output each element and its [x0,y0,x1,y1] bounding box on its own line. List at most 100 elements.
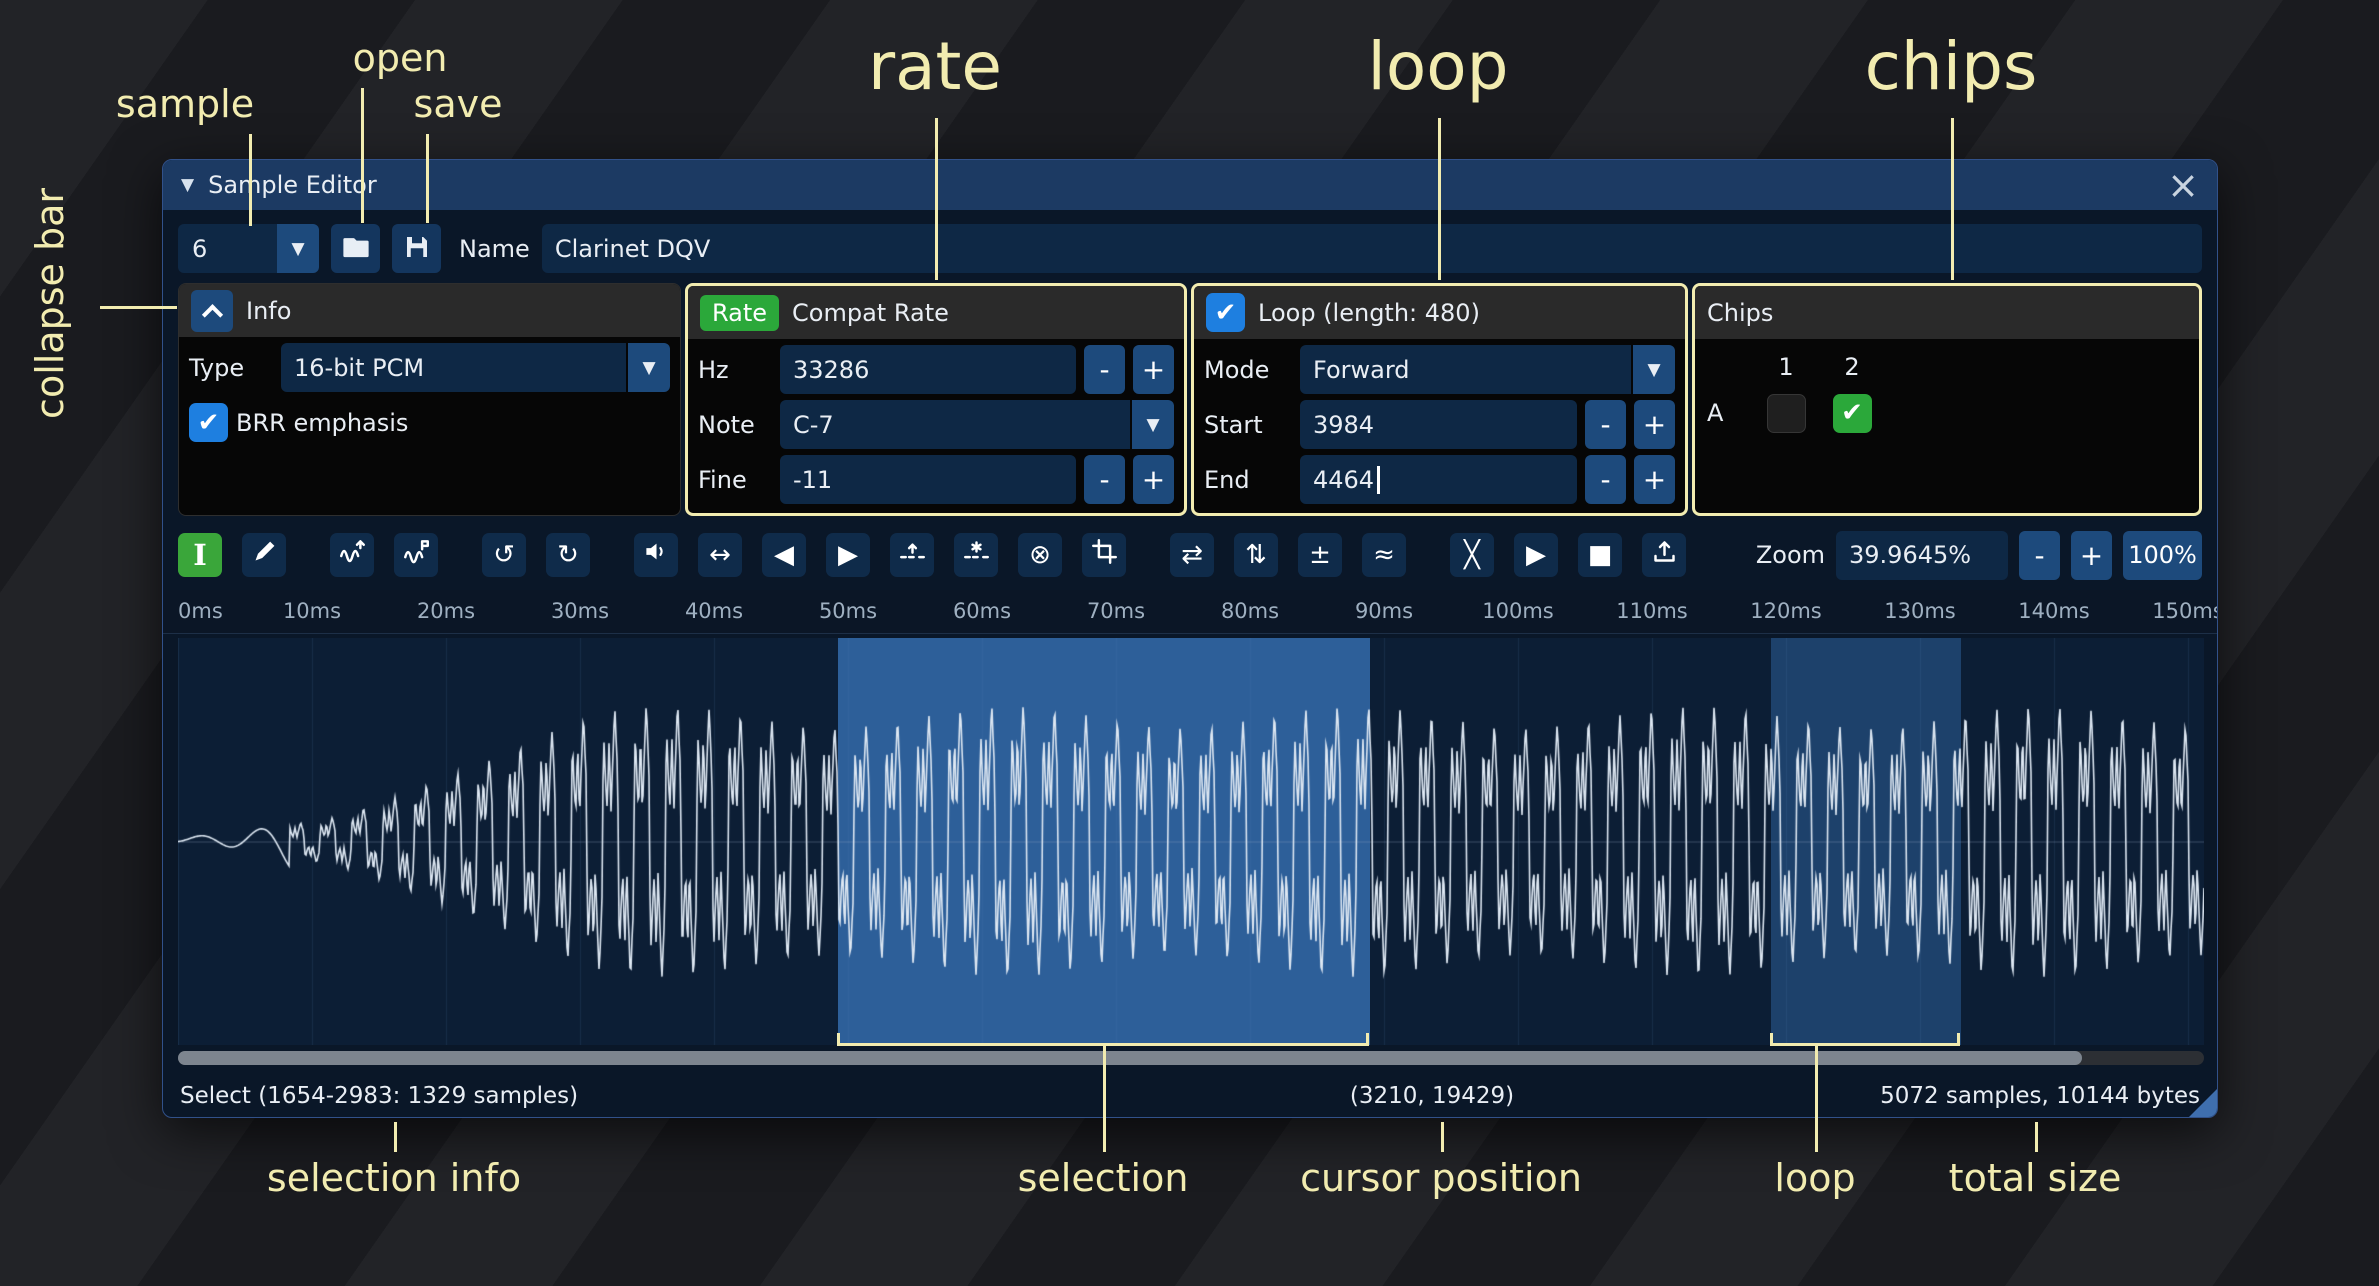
rate-badge[interactable]: Rate [700,295,779,331]
loop-start-minus-button[interactable]: - [1585,400,1626,449]
zoom-cluster: Zoom 39.9645% - + 100% [1756,531,2202,580]
type-value: 16-bit PCM [294,354,424,382]
zoom-in-button[interactable]: + [2071,531,2112,580]
hz-plus-button[interactable]: + [1133,345,1174,394]
loop-end-field[interactable]: 4464 [1300,455,1577,504]
save-button[interactable] [392,224,441,273]
timeline-tick: 140ms [2018,599,2089,623]
scrollbar-handle[interactable] [178,1051,2082,1065]
crop-icon [1091,538,1118,572]
sign-flip-button[interactable]: ± [1298,533,1342,577]
selection-info-text: Select (1654-2983: 1329 samples) [180,1083,578,1109]
preview-button[interactable]: ▶ [1514,533,1558,577]
zoom-out-button[interactable]: - [2019,531,2060,580]
brr-emphasis-checkbox[interactable]: ✔ [189,403,228,442]
check-icon: ✔ [1841,398,1863,428]
timeline-ruler[interactable]: 0ms 10ms 20ms 30ms 40ms 50ms 60ms 70ms 8… [163,590,2217,634]
brr-emphasis-row: ✔ BRR emphasis [189,398,670,447]
chevron-down-icon[interactable]: ▼ [1633,345,1675,394]
annotation-line-cursor-position [1441,1122,1444,1152]
annotation-line-save [426,134,429,223]
annotation-selection: selection [1018,1156,1189,1200]
chevron-up-icon [201,304,222,325]
undo-button[interactable]: ↺ [482,533,526,577]
loop-enable-checkbox[interactable]: ✔ [1206,293,1245,332]
type-dropdown[interactable]: 16-bit PCM [281,343,626,392]
sample-number-dropdown[interactable]: 6 ▼ [178,224,319,273]
normalize-button[interactable]: ↔ [698,533,742,577]
timeline-tick: 20ms [417,599,475,623]
filter-button[interactable]: ≈ [1362,533,1406,577]
timeline-tick: 30ms [551,599,609,623]
draw-tool-button[interactable] [242,533,286,577]
mode-dropdown[interactable]: Forward [1300,345,1631,394]
timeline-tick: 70ms [1087,599,1145,623]
hz-value: 33286 [793,356,869,384]
annotation-line-open [361,88,364,223]
horizontal-scrollbar[interactable] [178,1051,2204,1065]
trim-button[interactable] [1082,533,1126,577]
waveform-display[interactable] [178,638,2204,1045]
chevron-down-icon[interactable]: ▼ [1132,400,1174,449]
delete-button[interactable]: ⊗ [1018,533,1062,577]
crossfade-button[interactable]: ╳ [1450,533,1494,577]
reverse-button[interactable]: ⇄ [1170,533,1214,577]
note-label: Note [698,411,772,439]
window-title: Sample Editor [208,171,377,199]
rate-section: Rate Compat Rate Hz 33286 - + Note C-7 ▼… [685,283,1187,516]
sample-row: 6 ▼ Name Clarinet DQV [178,224,2202,273]
chips-section: Chips 1 2 A ✔ [1692,283,2202,516]
chip-column-2: 2 [1819,353,1885,381]
invert-button[interactable]: ⇅ [1234,533,1278,577]
fine-minus-button[interactable]: - [1084,455,1125,504]
hz-field[interactable]: 33286 [780,345,1076,394]
fade-in-button[interactable]: ◀ [762,533,806,577]
rate-title: Compat Rate [792,299,949,327]
loop-start-field[interactable]: 3984 [1300,400,1577,449]
chevron-down-icon[interactable]: ▼ [277,224,319,273]
type-row: Type 16-bit PCM ▼ [189,343,670,392]
silence-insert-icon [899,538,926,572]
select-tool-button[interactable]: I [178,533,222,577]
close-icon[interactable]: × [2167,166,2199,204]
text-caret [1377,466,1380,494]
titlebar[interactable]: ▼ Sample Editor × [163,160,2217,210]
zoom-reset-button[interactable]: 100% [2123,531,2202,580]
note-dropdown[interactable]: C-7 [780,400,1130,449]
window-collapse-icon[interactable]: ▼ [181,175,194,195]
resize-button[interactable] [330,533,374,577]
stop-button[interactable]: ■ [1578,533,1622,577]
loop-start-plus-button[interactable]: + [1634,400,1675,449]
annotation-total-size: total size [1949,1156,2122,1200]
resample-button[interactable] [394,533,438,577]
fine-plus-button[interactable]: + [1133,455,1174,504]
silence-apply-icon [963,538,990,572]
amplify-button[interactable] [634,533,678,577]
collapse-bar-button[interactable] [191,290,233,332]
timeline-tick: 120ms [1750,599,1821,623]
apply-silence-button[interactable] [954,533,998,577]
fade-out-button[interactable]: ▶ [826,533,870,577]
upload-icon [1651,538,1678,572]
timeline-tick: 0ms [178,599,223,623]
annotation-loop-marker: loop [1774,1156,1855,1200]
create-wavetable-button[interactable] [1642,533,1686,577]
annotation-rate: rate [868,28,1002,105]
insert-silence-button[interactable] [890,533,934,577]
window-resize-grip[interactable] [2189,1089,2217,1117]
chevron-down-icon[interactable]: ▼ [628,343,670,392]
open-button[interactable] [331,224,380,273]
loop-header: ✔ Loop (length: 480) [1194,286,1685,339]
info-header: Info [179,284,680,337]
floppy-disk-icon [402,232,432,266]
timeline-tick: 60ms [953,599,1011,623]
zoom-field[interactable]: 39.9645% [1836,531,2008,580]
fine-field[interactable]: -11 [780,455,1076,504]
hz-minus-button[interactable]: - [1084,345,1125,394]
chip-a2-checkbox[interactable]: ✔ [1833,394,1872,433]
loop-end-minus-button[interactable]: - [1585,455,1626,504]
annotation-selection-info: selection info [267,1156,521,1200]
loop-end-plus-button[interactable]: + [1634,455,1675,504]
redo-button[interactable]: ↻ [546,533,590,577]
chip-a1-checkbox[interactable] [1767,394,1806,433]
